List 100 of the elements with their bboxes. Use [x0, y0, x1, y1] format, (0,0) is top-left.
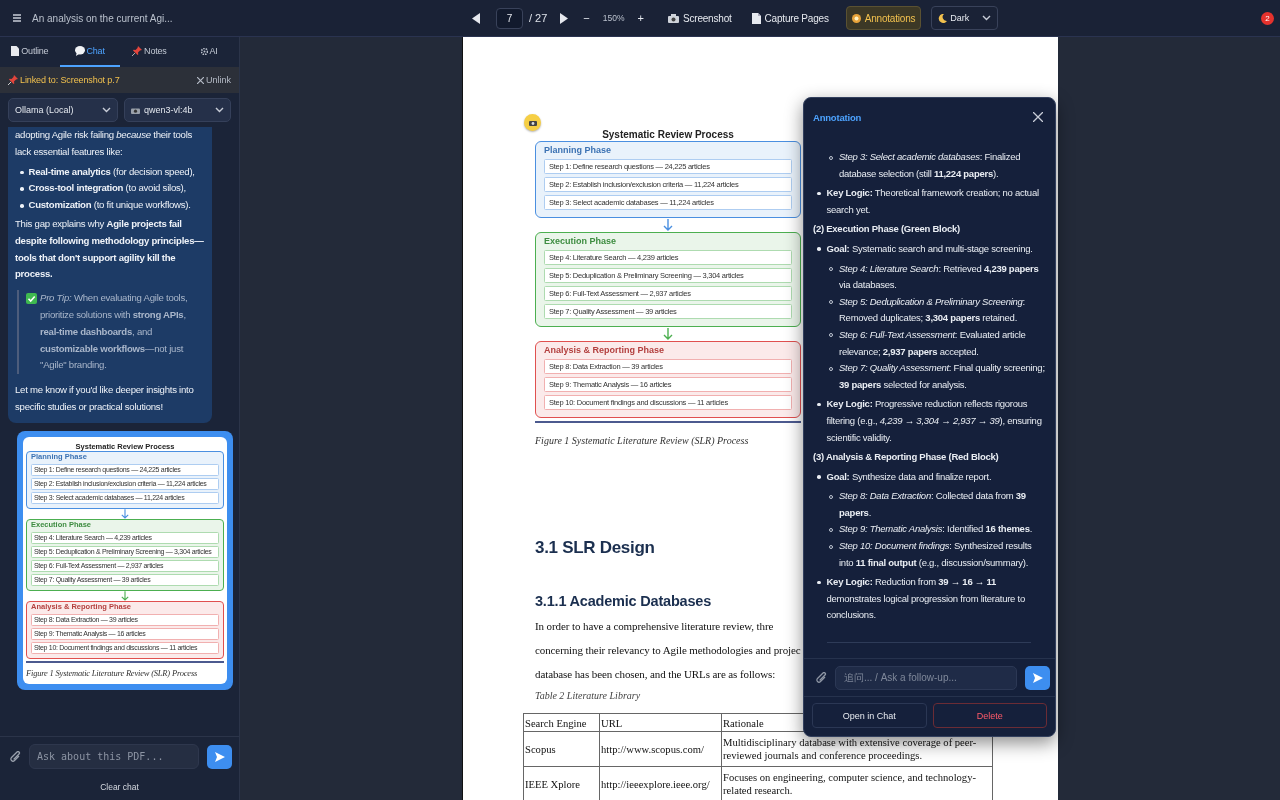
- page-icon: [11, 46, 20, 56]
- pin-icon: [132, 46, 143, 56]
- paperclip-icon: [816, 671, 827, 684]
- send-icon: [1032, 672, 1043, 683]
- unlink-button[interactable]: Unlink: [197, 75, 231, 85]
- list-item-text: Real-time analytics (for decision speed),: [28, 164, 195, 179]
- bullet-icon: [817, 475, 821, 479]
- camera-icon: [668, 13, 679, 23]
- table-cell: Scopus: [523, 731, 600, 767]
- follow-up-field[interactable]: 追问... / Ask a follow-up...: [835, 665, 1017, 690]
- annotations-button[interactable]: Annotations: [845, 6, 922, 30]
- figure-caption: Figure 1 Systematic Literature Review (SLR) Process: [535, 435, 750, 446]
- page-total: / 27: [529, 12, 548, 24]
- down-arrow-icon: [121, 508, 129, 519]
- panel-title: Annotation: [813, 111, 862, 123]
- list-item-text: Step 6: Full-Text Assessment: Evaluated article relevance; 2,937 papers accepted.: [839, 327, 1027, 359]
- send-icon: [214, 751, 225, 762]
- screenshot-marker[interactable]: [524, 114, 541, 131]
- zoom-in-button[interactable]: +: [634, 9, 647, 27]
- chevron-down-icon: [982, 15, 992, 21]
- tip-text: Pro Tip: When evaluating Agile tools, prioritize solutions with strong APIs, real-time dashboards, and customizable workflows—not just "Agile" branding.: [40, 291, 189, 373]
- section-label: (2) Execution Phase (Green Block): [813, 222, 961, 237]
- send-button[interactable]: [207, 744, 232, 769]
- section-heading: 3.1 SLR Design: [535, 537, 655, 559]
- bullet-icon: [817, 580, 821, 585]
- bullet-icon: [817, 247, 821, 251]
- phase-title: Execution Phase: [544, 235, 618, 247]
- list-item-text: Key Logic: Theoretical framework creation; no actual search yet.: [826, 186, 1040, 217]
- table-cell: IEEE Xplore: [523, 766, 600, 800]
- list-item-text: Step 8: Data Extraction: Collected data from 39 papers.: [839, 489, 1027, 520]
- section-label: (3) Analysis & Reporting Phase (Red Block): [813, 450, 1000, 465]
- theme-select[interactable]: Dark: [931, 6, 999, 30]
- phase-title: Planning Phase: [544, 144, 613, 156]
- list-item-text: Step 4: Literature Search: Retrieved 4,239 papers via databases.: [839, 261, 1040, 293]
- model-select[interactable]: qwen3-vl:4b: [124, 98, 231, 122]
- bullet-icon: [817, 402, 821, 407]
- next-page-button[interactable]: [558, 10, 571, 26]
- menu-button[interactable]: [11, 12, 23, 24]
- column-header: Search Engine: [523, 713, 600, 732]
- screenshot-button[interactable]: Screenshot: [665, 9, 735, 27]
- list-item-text: Cross-tool integration (to avoid silos),: [28, 181, 186, 196]
- figure-title: Systematic Review Process: [601, 128, 735, 141]
- close-icon: [197, 76, 204, 84]
- list-item-text: Key Logic: Progressive reduction reflects rigorous filtering (e.g., 4,239 → 3,304 → 2,937 → 39), ensuring scientific validity.: [826, 397, 1043, 445]
- triangle-left-icon: [472, 12, 480, 24]
- notification-badge: 2: [1261, 11, 1274, 25]
- close-icon: [1033, 112, 1043, 122]
- message-paragraph: Let me know if you'd like deeper insights into specific studies or practical solutions!: [15, 383, 195, 414]
- gear-icon: [200, 47, 208, 55]
- figure-caption: Figure 1 Systematic Literature Review (SLR) Process: [26, 667, 199, 678]
- list-item-text: Customization (to fit unique workflows).: [28, 198, 191, 213]
- list-item-text: Goal: Systematic search and multi-stage screening.: [826, 241, 1033, 256]
- linked-screenshot-label: Linked to: Screenshot p.7: [20, 75, 121, 85]
- chat-input-field[interactable]: Ask about this PDF...: [29, 744, 199, 769]
- subsection-heading: 3.1.1 Academic Databases: [535, 592, 712, 611]
- camera-icon: [131, 106, 140, 114]
- sidebar-tab[interactable]: Notes: [119, 37, 180, 67]
- chevron-down-icon: [215, 107, 224, 113]
- sidebar-tab[interactable]: Outline: [0, 37, 60, 67]
- menu-icon: [13, 14, 21, 22]
- list-item-text: Step 9: Thematic Analysis: Identified 16 themes.: [839, 522, 1033, 537]
- list-item-text: Step 3: Select academic databases: Finalized database selection (still 11,224 papers).: [839, 150, 1022, 181]
- provider-select[interactable]: Ollama (Local): [8, 98, 118, 122]
- document-icon: [751, 12, 761, 24]
- previous-page-button[interactable]: [470, 10, 482, 26]
- camera-icon: [528, 119, 537, 126]
- close-button[interactable]: [1031, 110, 1045, 124]
- capture-pages-button[interactable]: Capture Pages: [748, 9, 832, 27]
- paperclip-icon: [10, 750, 21, 763]
- moon-icon: [938, 13, 948, 23]
- bullet-icon: [817, 191, 821, 196]
- zoom-out-button[interactable]: −: [580, 9, 593, 27]
- table-cell: http://www.scopus.com/: [599, 731, 722, 767]
- annotation-icon: [851, 13, 861, 23]
- speech-bubble-icon: [74, 46, 85, 56]
- sidebar-tab[interactable]: AI: [179, 37, 239, 67]
- triangle-right-icon: [560, 12, 569, 24]
- table-caption: Table 2 Literature Library: [535, 690, 641, 701]
- message-paragraph: adopting Agile risk failing because their tools lack essential features like:: [15, 128, 194, 159]
- body-paragraph: In order to have a comprehensive literature review, thre concerning their relevancy to Agile methodologies and projec database has been chosen, and the URLs are as follows:: [535, 619, 801, 682]
- send-button[interactable]: [1025, 665, 1050, 690]
- list-item-text: Step 5: Deduplication & Preliminary Screening: Removed duplicates; 3,304 papers retained.: [839, 294, 1026, 326]
- delete-button[interactable]: Delete: [932, 703, 1047, 728]
- message-paragraph: This gap explains why Agile projects fail despite following methodology principles—tools that don't support agility kill the process.: [15, 217, 205, 282]
- bullet-icon: [20, 204, 24, 208]
- table-cell: http://ieeexplore.ieee.org/: [599, 766, 722, 800]
- table-cell: Focuses on engineering, computer science, and technology-related research.: [721, 766, 993, 800]
- document-title: An analysis on the current Agi...: [32, 12, 173, 24]
- list-item-text: Goal: Synthesize data and finalize report.: [826, 469, 992, 484]
- open-in-chat-button[interactable]: Open in Chat: [812, 703, 927, 728]
- page-number-field[interactable]: 7: [496, 7, 523, 29]
- pin-icon: [8, 75, 18, 85]
- column-header: URL: [599, 713, 722, 732]
- clear-chat-button[interactable]: Clear chat: [96, 776, 143, 798]
- checkmark-icon: [26, 293, 37, 305]
- zoom-level: 150%: [602, 13, 625, 23]
- list-item-text: Key Logic: Reduction from 39 → 16 → 11 demonstrates logical progression from literature to conclusions.: [826, 575, 1026, 623]
- bullet-icon: [20, 187, 24, 191]
- list-item-text: Step 10: Document findings: Synthesized results into 11 final output (e.g., discussion/summary).: [839, 539, 1033, 570]
- bullet-icon: [20, 170, 24, 175]
